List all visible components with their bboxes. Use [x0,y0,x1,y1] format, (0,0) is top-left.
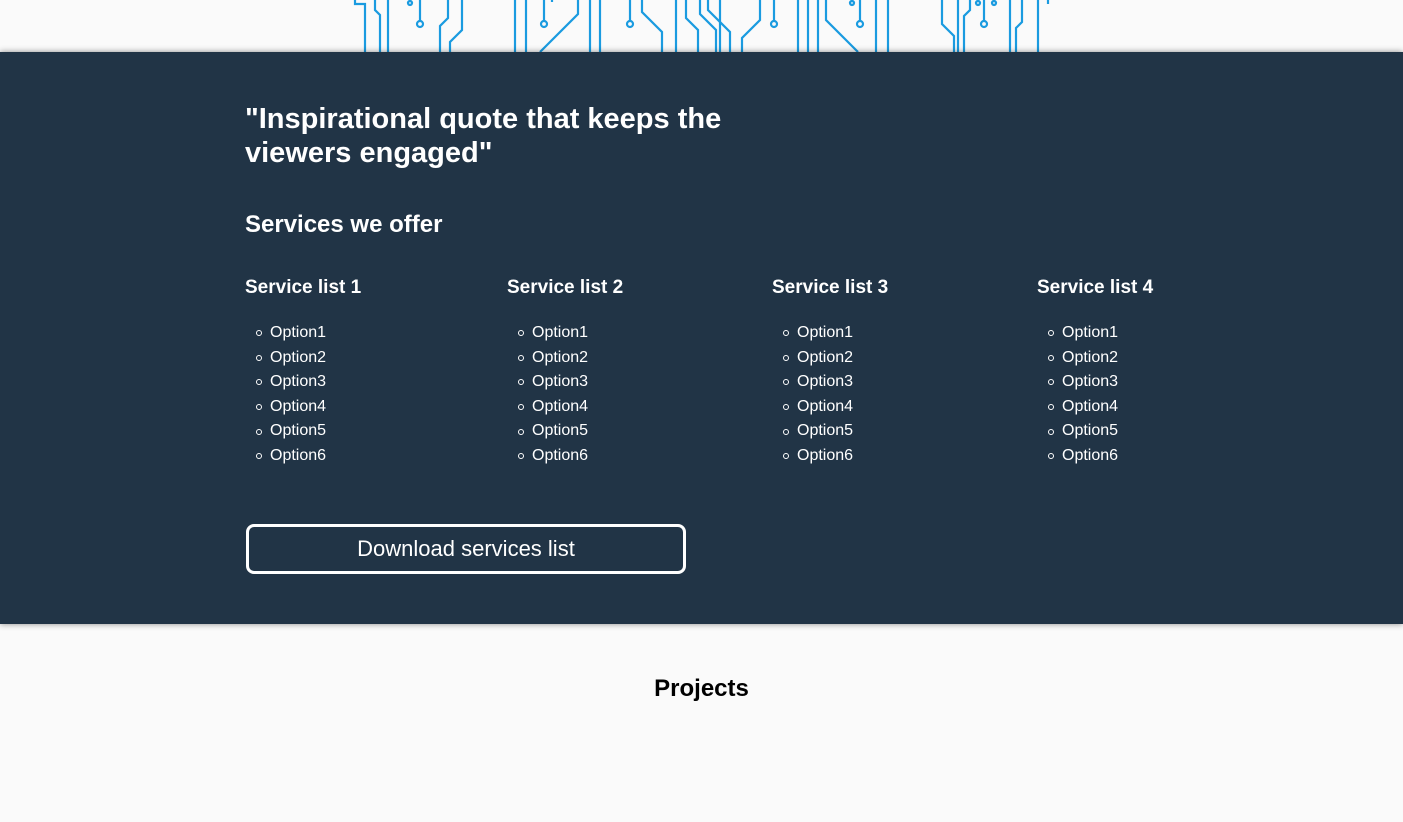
bullet-icon [783,379,789,386]
option-label: Option6 [797,446,854,464]
list-item: Option3 [772,370,888,395]
service-list-title: Service list 1 [245,277,362,298]
option-list: Option1 Option2 Option3 Option4 Option5 … [1037,321,1153,469]
option-list: Option1 Option2 Option3 Option4 Option5 … [507,321,623,469]
option-label: Option4 [270,397,327,415]
bullet-icon [518,379,524,386]
list-item: Option6 [772,444,888,469]
option-label: Option2 [532,348,589,366]
service-list-2: Service list 2 Option1 Option2 Option3 O… [507,276,623,469]
option-list: Option1 Option2 Option3 Option4 Option5 … [245,321,361,469]
download-services-button[interactable]: Download services list [246,524,686,574]
list-item: Option5 [1037,419,1153,444]
list-item: Option5 [245,419,361,444]
service-list-title: Service list 4 [1037,277,1154,298]
bullet-icon [256,379,262,386]
option-label: Option1 [270,324,327,341]
list-item: Option4 [772,395,888,420]
option-label: Option2 [797,348,854,366]
projects-heading: Projects [654,675,749,702]
option-label: Option5 [797,422,854,440]
option-label: Option4 [797,397,854,415]
bullet-icon [1048,453,1054,460]
option-label: Option1 [797,324,854,341]
option-label: Option2 [1062,348,1119,366]
bullet-icon [1048,354,1054,361]
bullet-icon [256,330,262,337]
services-heading: Services we offer [245,211,443,238]
option-label: Option3 [797,373,854,391]
list-item: Option1 [1037,321,1153,346]
bullet-icon [1048,428,1054,435]
option-label: Option5 [1062,422,1119,440]
option-list: Option1 Option2 Option3 Option4 Option5 … [772,321,888,469]
list-item: Option5 [772,419,888,444]
list-item: Option4 [507,395,623,420]
list-item: Option2 [245,346,361,371]
option-label: Option2 [270,348,327,366]
bullet-icon [1048,379,1054,386]
bullet-icon [256,453,262,460]
list-item: Option1 [245,321,361,346]
list-item: Option3 [507,370,623,395]
bullet-icon [518,453,524,460]
inspirational-quote: "Inspirational quote that keeps the view… [245,103,722,169]
services-section: "Inspirational quote that keeps the view… [0,52,1403,624]
list-item: Option5 [507,419,623,444]
bullet-icon [783,330,789,337]
option-label: Option6 [270,446,327,464]
bullet-icon [256,404,262,411]
service-list-4: Service list 4 Option1 Option2 Option3 O… [1037,276,1153,469]
bullet-icon [1048,404,1054,411]
list-item: Option4 [1037,395,1153,420]
bullet-icon [518,404,524,411]
list-item: Option1 [507,321,623,346]
list-item: Option2 [772,346,888,371]
bullet-icon [518,354,524,361]
circuit-board-icon [353,0,1050,52]
option-label: Option3 [1062,373,1119,391]
option-label: Option5 [532,422,589,440]
service-list-title: Service list 2 [507,277,624,298]
list-item: Option2 [1037,346,1153,371]
service-list-title: Service list 3 [772,277,889,298]
list-item: Option1 [772,321,888,346]
service-list-1: Service list 1 Option1 Option2 Option3 O… [245,276,361,469]
service-list-3: Service list 3 Option1 Option2 Option3 O… [772,276,888,469]
option-label: Option3 [270,373,327,391]
option-label: Option1 [1062,324,1119,341]
option-label: Option6 [532,446,589,464]
list-item: Option4 [245,395,361,420]
option-label: Option3 [532,373,589,391]
bullet-icon [783,354,789,361]
list-item: Option6 [507,444,623,469]
bullet-icon [783,428,789,435]
bullet-icon [256,428,262,435]
option-label: Option4 [532,397,589,415]
bullet-icon [783,453,789,460]
bullet-icon [256,354,262,361]
list-item: Option6 [245,444,361,469]
list-item: Option3 [1037,370,1153,395]
list-item: Option2 [507,346,623,371]
bullet-icon [518,330,524,337]
option-label: Option5 [270,422,327,440]
option-label: Option6 [1062,446,1119,464]
circuit-header-strip [0,0,1403,52]
bullet-icon [783,404,789,411]
list-item: Option6 [1037,444,1153,469]
option-label: Option4 [1062,397,1119,415]
list-item: Option3 [245,370,361,395]
bullet-icon [1048,330,1054,337]
option-label: Option1 [532,324,589,341]
bullet-icon [518,428,524,435]
